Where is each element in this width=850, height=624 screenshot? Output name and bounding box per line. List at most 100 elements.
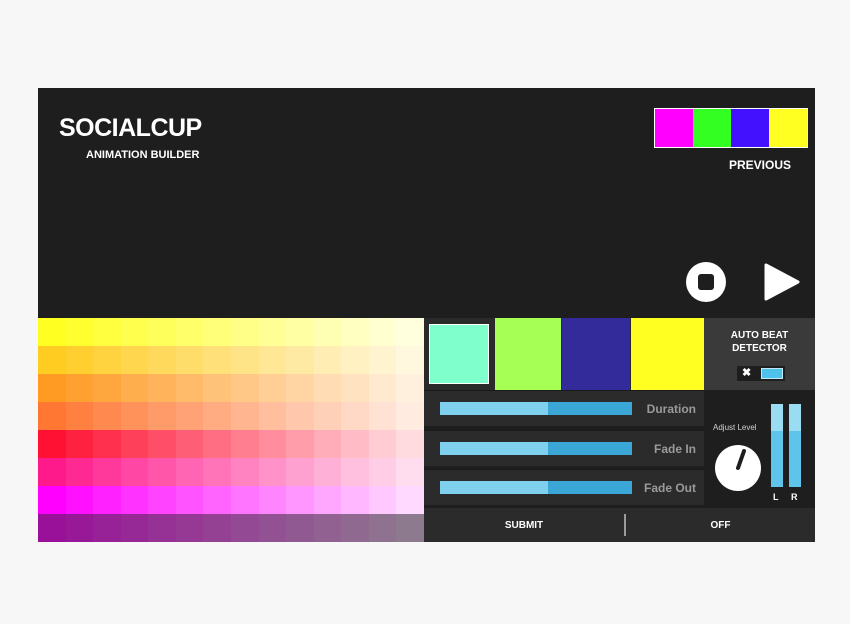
palette-color-cell[interactable] bbox=[230, 514, 259, 542]
stop-button[interactable] bbox=[686, 262, 726, 302]
palette-color-cell[interactable] bbox=[203, 402, 231, 430]
palette-color-cell[interactable] bbox=[313, 402, 342, 430]
palette-color-cell[interactable] bbox=[313, 374, 342, 402]
palette-color-cell[interactable] bbox=[65, 402, 94, 430]
palette-color-cell[interactable] bbox=[148, 402, 176, 430]
palette-color-cell[interactable] bbox=[286, 346, 314, 374]
palette-color-cell[interactable] bbox=[313, 458, 342, 486]
palette-color-cell[interactable] bbox=[65, 346, 94, 374]
palette-color-cell[interactable] bbox=[368, 514, 397, 542]
palette-color-cell[interactable] bbox=[120, 346, 149, 374]
color-palette[interactable] bbox=[38, 318, 424, 542]
toggle-knob[interactable] bbox=[761, 368, 783, 379]
palette-color-cell[interactable] bbox=[341, 402, 369, 430]
palette-color-cell[interactable] bbox=[65, 458, 94, 486]
palette-color-cell[interactable] bbox=[396, 402, 424, 430]
palette-color-cell[interactable] bbox=[148, 458, 176, 486]
palette-color-cell[interactable] bbox=[93, 346, 121, 374]
palette-color-cell[interactable] bbox=[120, 402, 149, 430]
palette-color-cell[interactable] bbox=[230, 346, 259, 374]
palette-color-cell[interactable] bbox=[341, 318, 369, 346]
palette-color-cell[interactable] bbox=[258, 402, 287, 430]
palette-color-cell[interactable] bbox=[175, 318, 204, 346]
palette-color-cell[interactable] bbox=[38, 514, 66, 542]
off-button[interactable]: OFF bbox=[626, 508, 815, 542]
palette-color-cell[interactable] bbox=[396, 486, 424, 514]
previous-swatches[interactable] bbox=[654, 108, 808, 148]
palette-color-cell[interactable] bbox=[203, 486, 231, 514]
palette-color-cell[interactable] bbox=[258, 458, 287, 486]
palette-color-cell[interactable] bbox=[368, 318, 397, 346]
palette-color-cell[interactable] bbox=[286, 318, 314, 346]
palette-color-cell[interactable] bbox=[286, 514, 314, 542]
palette-color-cell[interactable] bbox=[396, 430, 424, 458]
palette-color-cell[interactable] bbox=[65, 374, 94, 402]
selected-color-swatch[interactable] bbox=[562, 318, 630, 390]
palette-color-cell[interactable] bbox=[148, 430, 176, 458]
palette-color-cell[interactable] bbox=[258, 374, 287, 402]
palette-color-cell[interactable] bbox=[313, 430, 342, 458]
palette-color-cell[interactable] bbox=[120, 430, 149, 458]
beat-detector-toggle[interactable]: ✖ bbox=[737, 366, 785, 381]
previous-swatch[interactable] bbox=[731, 109, 769, 147]
palette-color-cell[interactable] bbox=[93, 430, 121, 458]
submit-button[interactable]: SUBMIT bbox=[424, 508, 624, 542]
palette-color-cell[interactable] bbox=[175, 402, 204, 430]
previous-swatch[interactable] bbox=[769, 109, 807, 147]
palette-color-cell[interactable] bbox=[38, 458, 66, 486]
palette-color-cell[interactable] bbox=[286, 458, 314, 486]
palette-color-cell[interactable] bbox=[286, 402, 314, 430]
palette-color-cell[interactable] bbox=[175, 374, 204, 402]
palette-color-cell[interactable] bbox=[368, 486, 397, 514]
palette-color-cell[interactable] bbox=[38, 430, 66, 458]
fade-in-slider[interactable] bbox=[440, 442, 632, 455]
palette-color-cell[interactable] bbox=[396, 346, 424, 374]
palette-color-cell[interactable] bbox=[203, 346, 231, 374]
palette-color-cell[interactable] bbox=[120, 318, 149, 346]
palette-color-cell[interactable] bbox=[341, 374, 369, 402]
palette-color-cell[interactable] bbox=[286, 486, 314, 514]
palette-color-cell[interactable] bbox=[341, 486, 369, 514]
palette-color-cell[interactable] bbox=[175, 514, 204, 542]
palette-color-cell[interactable] bbox=[258, 346, 287, 374]
palette-color-cell[interactable] bbox=[148, 374, 176, 402]
palette-color-cell[interactable] bbox=[368, 430, 397, 458]
palette-color-cell[interactable] bbox=[175, 430, 204, 458]
palette-color-cell[interactable] bbox=[368, 458, 397, 486]
palette-color-cell[interactable] bbox=[286, 430, 314, 458]
palette-color-cell[interactable] bbox=[230, 402, 259, 430]
previous-label[interactable]: PREVIOUS bbox=[729, 158, 791, 172]
palette-color-cell[interactable] bbox=[65, 430, 94, 458]
palette-color-cell[interactable] bbox=[38, 346, 66, 374]
previous-swatch[interactable] bbox=[655, 109, 693, 147]
palette-color-cell[interactable] bbox=[120, 458, 149, 486]
fade-out-slider[interactable] bbox=[440, 481, 632, 494]
palette-color-cell[interactable] bbox=[148, 318, 176, 346]
palette-color-cell[interactable] bbox=[396, 318, 424, 346]
palette-color-cell[interactable] bbox=[368, 346, 397, 374]
palette-color-cell[interactable] bbox=[38, 486, 66, 514]
duration-slider[interactable] bbox=[440, 402, 632, 415]
palette-color-cell[interactable] bbox=[396, 374, 424, 402]
palette-color-cell[interactable] bbox=[313, 486, 342, 514]
selected-color-swatch[interactable] bbox=[631, 318, 704, 390]
palette-color-cell[interactable] bbox=[38, 318, 66, 346]
palette-color-cell[interactable] bbox=[313, 318, 342, 346]
palette-color-cell[interactable] bbox=[313, 514, 342, 542]
palette-color-cell[interactable] bbox=[230, 458, 259, 486]
palette-color-cell[interactable] bbox=[341, 458, 369, 486]
palette-color-cell[interactable] bbox=[93, 374, 121, 402]
palette-color-cell[interactable] bbox=[396, 514, 424, 542]
palette-color-cell[interactable] bbox=[93, 514, 121, 542]
palette-color-cell[interactable] bbox=[38, 402, 66, 430]
palette-color-cell[interactable] bbox=[203, 430, 231, 458]
palette-color-cell[interactable] bbox=[341, 430, 369, 458]
palette-color-cell[interactable] bbox=[175, 458, 204, 486]
palette-color-cell[interactable] bbox=[93, 458, 121, 486]
palette-color-cell[interactable] bbox=[341, 514, 369, 542]
adjust-level-knob[interactable] bbox=[715, 445, 761, 491]
palette-color-cell[interactable] bbox=[368, 402, 397, 430]
palette-color-cell[interactable] bbox=[120, 374, 149, 402]
palette-color-cell[interactable] bbox=[341, 346, 369, 374]
palette-color-cell[interactable] bbox=[93, 402, 121, 430]
